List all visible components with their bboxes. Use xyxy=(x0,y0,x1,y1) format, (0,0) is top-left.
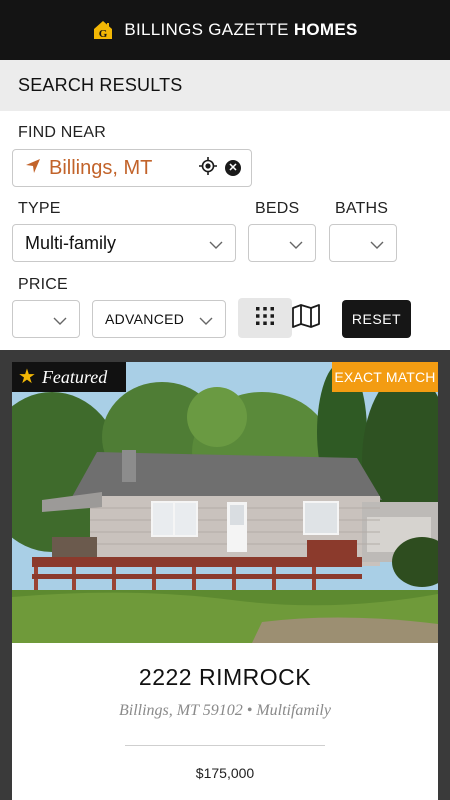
type-label: TYPE xyxy=(18,200,61,217)
brand-section: HOMES xyxy=(293,20,358,39)
page-title: SEARCH RESULTS xyxy=(18,75,183,95)
type-select[interactable]: Multi-family xyxy=(12,224,236,262)
advanced-filters-button[interactable]: ADVANCED xyxy=(92,300,226,338)
map-icon xyxy=(292,303,320,333)
listing-price: $175,000 xyxy=(195,765,255,781)
chevron-down-icon xyxy=(199,313,213,331)
location-input[interactable]: Billings, MT ✕ xyxy=(12,149,252,187)
featured-label: Featured xyxy=(41,366,108,387)
reset-button[interactable]: RESET xyxy=(342,300,411,338)
baths-select[interactable] xyxy=(329,224,397,262)
map-view-button[interactable] xyxy=(290,302,322,334)
listing-location: Billings, MT 59102 • Multifamily xyxy=(119,702,331,719)
chevron-down-icon xyxy=(289,237,303,255)
beds-label: BEDS xyxy=(255,200,300,217)
beds-select[interactable] xyxy=(248,224,316,262)
brand-title[interactable]: BILLINGS GAZETTE HOMES xyxy=(124,20,357,40)
chevron-down-icon xyxy=(209,237,223,255)
grid-view-button[interactable] xyxy=(238,298,292,338)
type-value: Multi-family xyxy=(25,232,117,253)
clear-location-icon[interactable]: ✕ xyxy=(225,160,241,176)
gazette-logo-icon[interactable]: G xyxy=(92,19,114,41)
find-near-label: FIND NEAR xyxy=(18,124,107,141)
exact-match-badge: EXACT MATCH xyxy=(332,362,438,392)
chevron-down-icon xyxy=(53,313,67,331)
baths-label: BATHS xyxy=(335,200,389,217)
brand-name: BILLINGS GAZETTE xyxy=(124,20,289,39)
svg-text:G: G xyxy=(99,28,108,40)
location-value[interactable]: Billings, MT xyxy=(49,157,199,180)
divider xyxy=(125,745,325,746)
featured-badge: ★ Featured xyxy=(12,362,126,392)
price-select[interactable] xyxy=(12,300,80,338)
current-location-icon[interactable] xyxy=(199,156,217,180)
search-results-header: SEARCH RESULTS xyxy=(0,60,450,111)
grid-icon xyxy=(255,306,275,331)
star-icon: ★ xyxy=(18,366,36,388)
navigation-arrow-icon xyxy=(25,158,41,179)
listing-card[interactable]: ★ Featured EXACT MATCH 2222 RIMROCK Bill… xyxy=(12,362,438,800)
price-label: PRICE xyxy=(18,276,68,293)
listing-address[interactable]: 2222 RIMROCK xyxy=(12,664,438,691)
app-header: G BILLINGS GAZETTE HOMES xyxy=(0,0,450,60)
listing-photo[interactable]: ★ Featured EXACT MATCH xyxy=(12,362,438,643)
chevron-down-icon xyxy=(370,237,384,255)
